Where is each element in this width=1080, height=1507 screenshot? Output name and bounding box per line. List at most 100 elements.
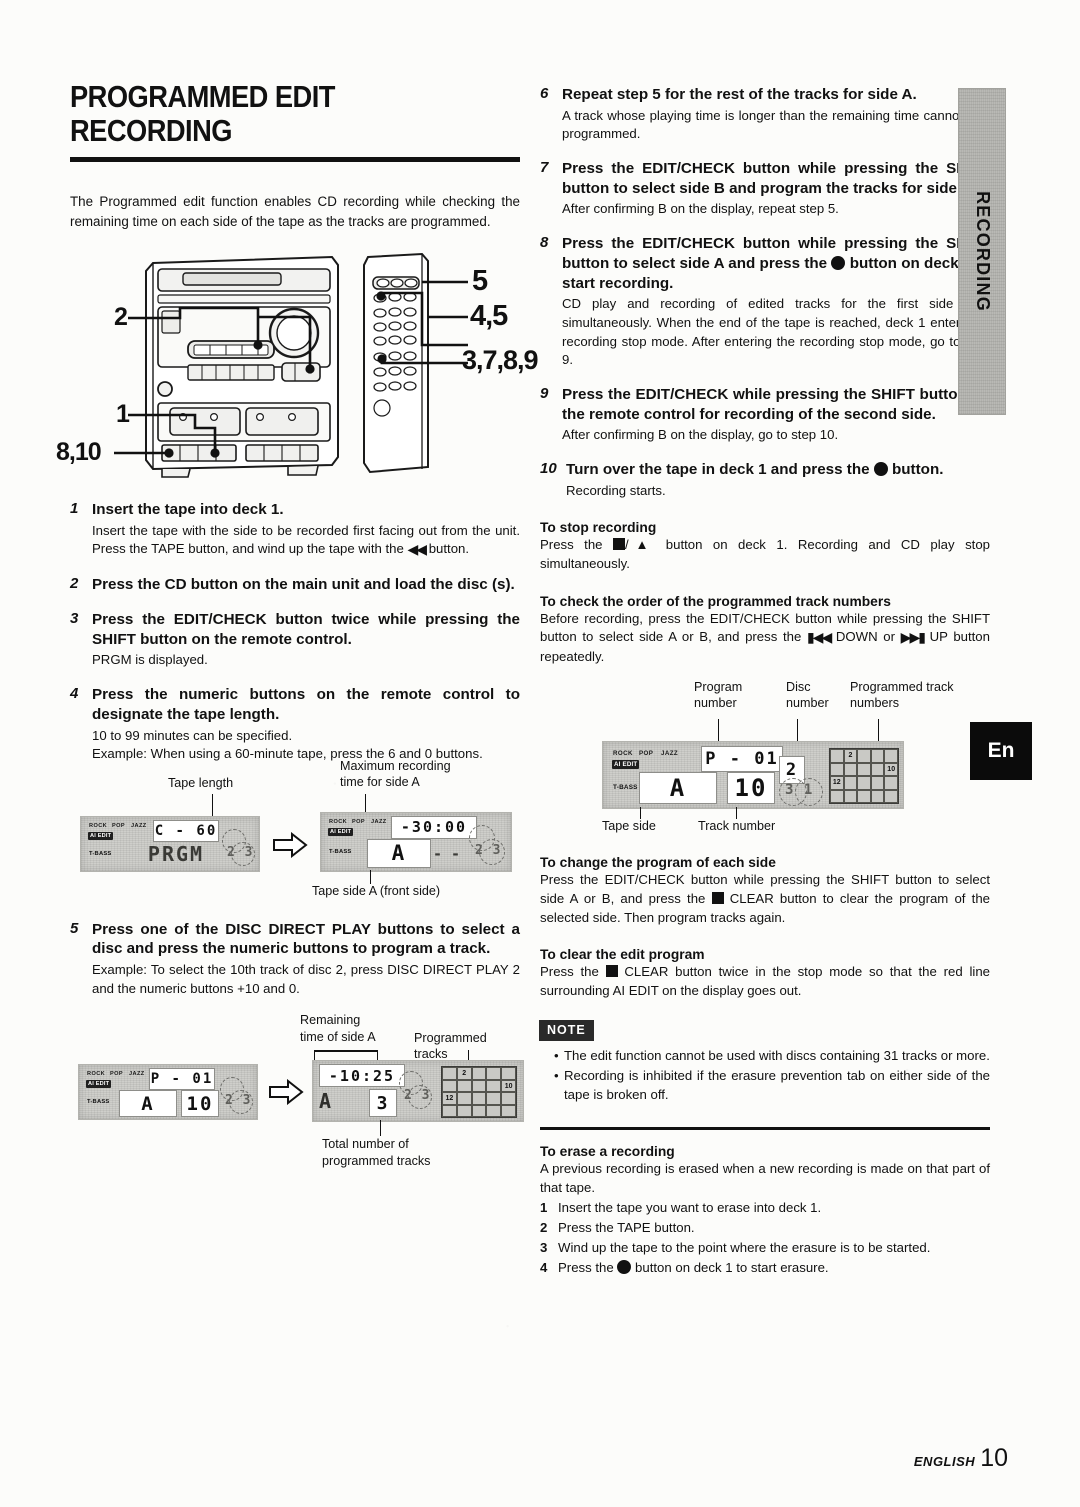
lcd-step4-right-discs: 2 3 — [475, 842, 502, 858]
figure-check-leader-1 — [718, 719, 720, 742]
figure-step4-display: Tape length Maximum recording time for s… — [70, 759, 520, 898]
erase-step-number: 1 — [540, 1200, 548, 1216]
intro-paragraph: The Programmed edit function enables CD … — [70, 194, 520, 229]
note-badge: NOTE — [540, 1020, 593, 1040]
lcd-label-pop: POP — [112, 822, 126, 829]
erase-step-number: 3 — [540, 1239, 548, 1255]
lcd-label-jazz: JAZZ — [129, 1071, 145, 1078]
system-illustration: 2 1 8,10 5 4,5 3,7,8,9 — [56, 245, 539, 485]
track-grid-cell — [501, 1092, 516, 1105]
track-grid-cell — [830, 789, 844, 804]
track-grid-cell — [830, 762, 844, 777]
step-3-number: 3 — [70, 609, 79, 627]
track-grid-cell — [456, 1104, 472, 1118]
track-grid-cell — [471, 1104, 487, 1118]
callout-2: 2 — [114, 303, 128, 332]
lcd-label-t-bass: T-BASS — [89, 850, 112, 857]
figure-step4-leader-1 — [212, 793, 214, 816]
step-1: 1 Insert the tape into deck 1. Insert th… — [70, 500, 520, 560]
track-grid-cell — [486, 1104, 502, 1118]
max-rec-line2: time for side A — [340, 775, 420, 790]
figure-step5-leader-v4 — [380, 1120, 382, 1137]
lcd-label-t-bass: T-BASS — [329, 848, 352, 855]
disc-line2: number — [786, 696, 829, 711]
lcd-check-top: P - 01 — [701, 746, 783, 773]
track-grid-cell — [843, 776, 858, 790]
track-grid-cell — [471, 1092, 487, 1105]
lcd-label-rock: ROCK — [87, 1071, 106, 1078]
lcd-step5-right: -10:25 A 3 2 3 2 10 12 — [312, 1060, 524, 1123]
clear-button-icon — [605, 965, 618, 978]
step-9-heading: Press the EDIT/CHECK while pressing the … — [562, 385, 990, 423]
lcd-step4-left-top: C - 60 — [153, 819, 219, 842]
figure-check-label-track-number: Track number — [698, 819, 776, 834]
record-button-icon — [873, 461, 888, 476]
note-item: The edit function cannot be used with di… — [554, 1047, 990, 1066]
rewind-icon: ◀◀ — [407, 541, 426, 558]
skip-back-icon: ▮◀◀ — [806, 629, 832, 646]
note-item: Recording is inhibited if the erasure pr… — [554, 1067, 990, 1104]
figure-step4-label-tape-length: Tape length — [168, 775, 234, 790]
lcd-label-jazz: JAZZ — [131, 822, 147, 829]
lcd-step5-track-grid: 2 10 12 — [441, 1066, 517, 1119]
track-grid-cell — [857, 762, 871, 777]
figure-check-leader-5 — [736, 807, 738, 820]
lcd-label-jazz: JAZZ — [371, 818, 387, 825]
track-grid-cell — [486, 1079, 502, 1093]
step-9: 9 Press the EDIT/CHECK while pressing th… — [540, 385, 990, 445]
erase-step-number: 4 — [540, 1259, 548, 1275]
step-7: 7 Press the EDIT/CHECK button while pres… — [540, 159, 990, 219]
track-grid-cell — [857, 749, 871, 763]
lcd-label-pop: POP — [110, 1071, 124, 1078]
lcd-label-rock: ROCK — [613, 750, 633, 758]
erase-step-text: Press the button on deck 1 to start eras… — [558, 1259, 829, 1275]
program-line2: number — [694, 696, 737, 711]
step-4-heading: Press the numeric buttons on the remote … — [92, 686, 520, 723]
right-column: 6 Repeat step 5 for the rest of the trac… — [540, 85, 990, 1277]
figure-check-label-disc: Disc number — [786, 679, 829, 712]
figure-step5-leader-h — [314, 1050, 378, 1052]
remaining-line2: time of side A — [300, 1029, 376, 1044]
page-title-line2: RECORDING — [70, 113, 233, 149]
lcd-label-ai-edit: AI EDIT — [612, 760, 640, 770]
lcd-step5-left-track: 10 — [181, 1090, 219, 1118]
figure-check-leader-3 — [878, 719, 880, 742]
step-1-heading: Insert the tape into deck 1. — [92, 501, 284, 519]
check-body-p2: DOWN or — [830, 629, 901, 645]
erase-step-text: Wind up the tape to the point where the … — [558, 1239, 931, 1255]
section-change-program-body: Press the EDIT/CHECK button while pressi… — [540, 871, 990, 927]
track-grid-cell — [501, 1067, 516, 1080]
stop-button-icon — [612, 538, 625, 551]
record-button-icon — [617, 1259, 632, 1274]
section-erase-heading: To erase a recording — [540, 1143, 675, 1159]
lcd-step4-left: ROCK POP JAZZ AI EDIT T-BASS C - 60 PRGM… — [80, 815, 260, 872]
step-9-detail: After confirming B on the display, go to… — [562, 427, 839, 443]
lcd-step5-left: ROCK POP JAZZ AI EDIT T-BASS P - 01 A 10… — [78, 1064, 258, 1121]
side-tab-recording-label: RECORDING — [972, 191, 993, 312]
step-3-heading: Press the EDIT/CHECK button twice while … — [92, 610, 520, 648]
step-5: 5 Press one of the DISC DIRECT PLAY butt… — [70, 920, 520, 999]
step-10-heading-post: button. — [887, 460, 944, 478]
step-10-heading: Turn over the tape in deck 1 and press t… — [566, 460, 990, 480]
stop-body-pre: Press the — [540, 537, 613, 553]
section-check-order-body: Before recording, press the EDIT/CHECK b… — [540, 610, 990, 667]
callout-1: 1 — [116, 400, 130, 429]
callout-8-10: 8,10 — [56, 438, 102, 467]
track-grid-cell — [884, 789, 898, 804]
step-3-detail: PRGM is displayed. — [92, 652, 208, 668]
total-line1: Total number of — [322, 1137, 409, 1152]
lcd-label-t-bass: T-BASS — [613, 784, 638, 792]
lcd-label-t-bass: T-BASS — [87, 1099, 110, 1106]
track-grid-cell — [884, 776, 898, 790]
side-tab-language: En — [970, 722, 1032, 780]
section-erase-intro: A previous recording is erased when a ne… — [540, 1160, 990, 1195]
track-grid-cell — [870, 762, 885, 777]
section-stop-recording-heading: To stop recording — [540, 520, 657, 536]
track-grid-cell: 2 — [456, 1067, 472, 1080]
step-3: 3 Press the EDIT/CHECK button twice whil… — [70, 610, 520, 670]
prog-track-line2: numbers — [850, 696, 899, 711]
remaining-line1: Remaining — [300, 1013, 361, 1028]
lcd-step4-right-dashes: - - — [433, 844, 461, 863]
step-8-heading: Press the EDIT/CHECK button while pressi… — [562, 234, 990, 293]
erase-step-list: 1 Insert the tape you want to erase into … — [540, 1199, 990, 1277]
